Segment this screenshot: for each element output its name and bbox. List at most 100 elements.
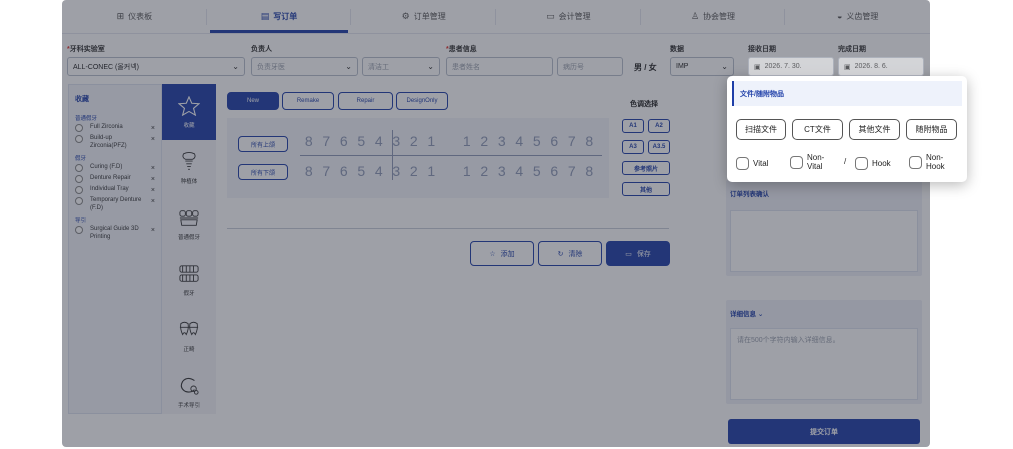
radio-button[interactable] (75, 186, 83, 194)
tooth-number[interactable]: 4 (511, 133, 529, 149)
category-guide[interactable]: 手术导引 (162, 364, 216, 420)
save-button[interactable]: ▭ 保存 (606, 241, 670, 266)
tooth-number[interactable]: 6 (546, 133, 564, 149)
list-item[interactable]: Individual Tray × (69, 185, 161, 196)
tab-dashboard[interactable]: ⊞ 仪表板 (62, 0, 207, 33)
hook-checkbox[interactable]: Hook (855, 157, 891, 170)
tab-accounting[interactable]: ▭ 会计管理 (496, 0, 641, 33)
tooth-number[interactable]: 8 (581, 133, 599, 149)
list-item[interactable]: Surgical Guide 3D Printing × (69, 225, 161, 243)
close-icon[interactable]: × (151, 136, 155, 143)
checkbox[interactable] (736, 157, 749, 170)
clear-button[interactable]: ↻ 清除 (538, 241, 602, 266)
tooth-number[interactable]: 8 (300, 133, 318, 149)
other-file-button[interactable]: 其他文件 (849, 119, 900, 140)
reference-photo-button[interactable]: 参考照片 (622, 161, 670, 175)
tooth-number[interactable]: 7 (318, 133, 336, 149)
shade-a1-button[interactable]: A1 (622, 119, 644, 133)
order-type-remake[interactable]: Remake (282, 92, 334, 110)
details-textarea[interactable]: 请在500个字符内输入详细信息。 (730, 328, 918, 400)
category-ortho[interactable]: 正畸 (162, 308, 216, 364)
tooth-number[interactable]: 1 (458, 133, 476, 149)
non-vital-checkbox[interactable]: Non- Vital (790, 153, 824, 171)
radio-button[interactable] (75, 135, 83, 143)
details-title[interactable]: 详细信息 ⌄ (726, 300, 922, 326)
tooth-number[interactable]: 2 (476, 163, 494, 179)
close-icon[interactable]: × (151, 165, 155, 172)
radio-button[interactable] (75, 124, 83, 132)
close-icon[interactable]: × (151, 176, 155, 183)
radio-button[interactable] (75, 175, 83, 183)
close-icon[interactable]: × (151, 227, 155, 234)
tooth-number[interactable]: 7 (563, 133, 581, 149)
tooth-number[interactable]: 4 (370, 163, 388, 179)
close-icon[interactable]: × (151, 125, 155, 132)
tooth-number[interactable]: 7 (563, 163, 581, 179)
add-button[interactable]: ☆ 添加 (470, 241, 534, 266)
non-hook-checkbox[interactable]: Non- Hook (909, 153, 945, 171)
tooth-number[interactable]: 8 (300, 163, 318, 179)
close-icon[interactable]: × (151, 198, 155, 205)
category-denture[interactable]: 假牙 (162, 252, 216, 308)
tooth-number[interactable]: 2 (405, 163, 423, 179)
received-date-input[interactable]: ▣ 2026. 7. 30. (748, 57, 834, 76)
done-date-input[interactable]: ▣ 2026. 8. 6. (838, 57, 924, 76)
order-type-design-only[interactable]: DesignOnly (396, 92, 448, 110)
category-crown[interactable]: 普通假牙 (162, 196, 216, 252)
order-type-repair[interactable]: Repair (338, 92, 393, 110)
select-lower-jaw-button[interactable]: 所有下颌 (238, 164, 288, 180)
scan-file-button[interactable]: 扫描文件 (736, 119, 786, 140)
tooth-number[interactable]: 5 (528, 163, 546, 179)
vital-checkbox[interactable]: Vital (736, 157, 768, 170)
gender-toggle[interactable]: 男 / 女 (634, 62, 657, 73)
tooth-number[interactable]: 6 (335, 133, 353, 149)
radio-button[interactable] (75, 226, 83, 234)
tooth-number[interactable]: 5 (353, 133, 371, 149)
tooth-number[interactable]: 6 (335, 163, 353, 179)
tooth-number[interactable]: 3 (493, 163, 511, 179)
tab-write-order[interactable]: ▤ 写订单 (207, 0, 352, 33)
tooth-number[interactable]: 1 (458, 163, 476, 179)
tab-order-management[interactable]: ⚙ 订单管理 (351, 0, 496, 33)
tooth-number[interactable]: 5 (528, 133, 546, 149)
tooth-number[interactable]: 4 (511, 163, 529, 179)
checkbox[interactable] (790, 155, 803, 169)
dentist-select[interactable]: 负责牙医 ⌄ (251, 57, 358, 76)
tooth-number[interactable]: 2 (476, 133, 494, 149)
order-type-new[interactable]: New (227, 92, 279, 110)
lab-select[interactable]: ALL-CONEC (올커넥) ⌄ (67, 57, 245, 76)
tooth-number[interactable]: 7 (318, 163, 336, 179)
radio-button[interactable] (75, 197, 83, 205)
data-select[interactable]: IMP ⌄ (670, 57, 734, 76)
close-icon[interactable]: × (151, 187, 155, 194)
tab-association[interactable]: ♙ 协会管理 (641, 0, 786, 33)
attached-items-button[interactable]: 随附物品 (906, 119, 957, 140)
list-item[interactable]: Denture Repair × (69, 174, 161, 185)
select-upper-jaw-button[interactable]: 所有上颌 (238, 136, 288, 152)
tooth-number[interactable]: 4 (370, 133, 388, 149)
other-shade-button[interactable]: 其他 (622, 182, 670, 196)
list-item[interactable]: Full Zirconia × (69, 123, 161, 134)
category-implant[interactable]: 种植体 (162, 140, 216, 196)
tooth-number[interactable]: 5 (353, 163, 371, 179)
shade-a2-button[interactable]: A2 (648, 119, 670, 133)
tooth-number[interactable]: 3 (493, 133, 511, 149)
shade-a35-button[interactable]: A3.5 (648, 140, 670, 154)
cleaner-select[interactable]: 清洁工 ⌄ (362, 57, 440, 76)
category-favorites[interactable]: 收藏 (162, 84, 216, 140)
tooth-number[interactable]: 3 (388, 133, 406, 149)
list-item[interactable]: Curing (F.D) × (69, 163, 161, 174)
tooth-number[interactable]: 1 (423, 163, 441, 179)
ct-file-button[interactable]: CT文件 (792, 119, 843, 140)
checkbox[interactable] (909, 155, 922, 169)
record-number-input[interactable]: 病历号 (557, 57, 623, 76)
tab-denture[interactable]: ◒ 义齿管理 (785, 0, 930, 33)
patient-name-input[interactable]: 患者姓名 (446, 57, 553, 76)
tooth-number[interactable]: 8 (581, 163, 599, 179)
checkbox[interactable] (855, 157, 868, 170)
tooth-number[interactable]: 2 (405, 133, 423, 149)
list-item[interactable]: Build-up Zirconia(PFZ) × (69, 134, 161, 152)
tooth-number[interactable]: 1 (423, 133, 441, 149)
tooth-number[interactable]: 3 (388, 163, 406, 179)
shade-a3-button[interactable]: A3 (622, 140, 644, 154)
